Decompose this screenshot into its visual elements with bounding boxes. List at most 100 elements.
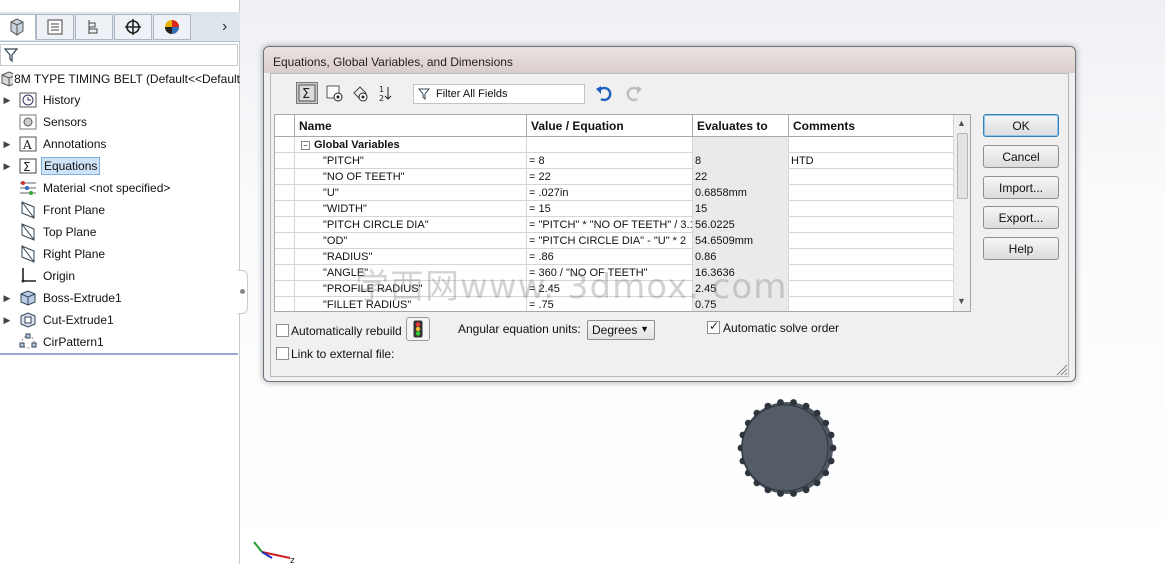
- cell-comment[interactable]: [789, 217, 954, 233]
- table-row[interactable]: "U" = .027in 0.6858mm: [275, 185, 954, 201]
- gear-tooth: [790, 490, 797, 497]
- tree-item-sensors[interactable]: Sensors: [0, 112, 240, 132]
- scroll-thumb[interactable]: [957, 133, 968, 199]
- cell-name[interactable]: "PITCH CIRCLE DIA": [295, 217, 527, 233]
- origin-icon: [18, 267, 38, 285]
- table-row[interactable]: "PITCH CIRCLE DIA" = "PITCH" * "NO OF TEE…: [275, 217, 954, 233]
- cell-name[interactable]: "WIDTH": [295, 201, 527, 217]
- cell-comment[interactable]: [789, 201, 954, 217]
- cell-value[interactable]: = .027in: [527, 185, 693, 201]
- chevron-right-icon[interactable]: ›: [222, 18, 227, 36]
- cell-value[interactable]: = 15: [527, 201, 693, 217]
- tree-item-material-not-specified[interactable]: Material <not specified>: [0, 178, 240, 198]
- global-variables-section-row[interactable]: − Global Variables: [275, 137, 954, 153]
- scroll-up-icon[interactable]: ▲: [957, 118, 966, 128]
- tree-item-origin[interactable]: Origin: [0, 266, 240, 286]
- import-button[interactable]: Import...: [983, 176, 1059, 199]
- row-selector[interactable]: [275, 233, 295, 249]
- cell-comment[interactable]: HTD: [789, 153, 954, 169]
- row-selector[interactable]: [275, 281, 295, 297]
- ok-button[interactable]: OK: [983, 114, 1059, 137]
- expand-arrow-icon[interactable]: ▶: [0, 139, 14, 150]
- cell-comment[interactable]: [789, 297, 954, 311]
- row-selector[interactable]: [275, 185, 295, 201]
- expand-arrow-icon[interactable]: ▶: [0, 315, 14, 326]
- row-selector[interactable]: [275, 265, 295, 281]
- table-row[interactable]: "PITCH" = 8 8 HTD: [275, 153, 954, 169]
- link-external-file-checkbox[interactable]: [276, 347, 289, 360]
- row-selector[interactable]: [275, 297, 295, 311]
- row-selector[interactable]: [275, 217, 295, 233]
- undo-button[interactable]: [594, 82, 616, 104]
- tab-configuration-manager[interactable]: [75, 14, 113, 40]
- cell-comment[interactable]: [789, 233, 954, 249]
- panel-collapse-grip[interactable]: [238, 270, 248, 314]
- angular-units-select[interactable]: Degrees ▼: [587, 320, 655, 340]
- cell-name[interactable]: "PITCH": [295, 153, 527, 169]
- table-row[interactable]: "WIDTH" = 15 15: [275, 201, 954, 217]
- table-row[interactable]: "OD" = "PITCH CIRCLE DIA" - "U" * 2 54.650…: [275, 233, 954, 249]
- table-row[interactable]: "NO OF TEETH" = 22 22: [275, 169, 954, 185]
- tab-display-manager[interactable]: [153, 14, 191, 40]
- tree-item-annotations[interactable]: ▶ A Annotations: [0, 134, 240, 154]
- tree-root-part[interactable]: 8M TYPE TIMING BELT (Default<<Default: [0, 70, 240, 88]
- sketch-equation-view-button[interactable]: [323, 82, 345, 104]
- tree-item-cirpattern1[interactable]: CirPattern1: [0, 332, 240, 352]
- tree-filter-field[interactable]: [0, 44, 238, 66]
- cancel-button[interactable]: Cancel: [983, 145, 1059, 168]
- empty-cell: [789, 137, 954, 153]
- column-header-name[interactable]: Name: [295, 115, 527, 137]
- dialog-title-bar[interactable]: Equations, Global Variables, and Dimensi…: [264, 47, 1075, 73]
- cell-name[interactable]: "OD": [295, 233, 527, 249]
- row-selector[interactable]: [275, 169, 295, 185]
- help-button[interactable]: Help: [983, 237, 1059, 260]
- tree-item-boss-extrude1[interactable]: ▶ Boss-Extrude1: [0, 288, 240, 308]
- tree-item-right-plane[interactable]: Right Plane: [0, 244, 240, 264]
- tree-item-label: Front Plane: [43, 203, 106, 217]
- expand-arrow-icon[interactable]: ▶: [0, 161, 14, 172]
- tab-property-manager[interactable]: [36, 14, 74, 40]
- cell-comment[interactable]: [789, 281, 954, 297]
- row-selector[interactable]: [275, 249, 295, 265]
- redo-button[interactable]: [622, 82, 644, 104]
- row-selector[interactable]: [275, 201, 295, 217]
- filter-all-fields-input[interactable]: Filter All Fields: [413, 84, 585, 104]
- cell-comment[interactable]: [789, 265, 954, 281]
- auto-rebuild-checkbox[interactable]: [276, 324, 289, 337]
- scroll-down-icon[interactable]: ▼: [957, 296, 966, 306]
- dimension-view-button[interactable]: [349, 82, 371, 104]
- chevron-down-icon: ▼: [640, 324, 649, 334]
- grid-scrollbar[interactable]: ▲ ▼: [953, 115, 970, 311]
- tree-item-history[interactable]: ▶ History: [0, 90, 240, 110]
- tab-feature-manager[interactable]: [0, 14, 36, 40]
- timing-pulley-model[interactable]: [737, 396, 843, 500]
- tree-item-cut-extrude1[interactable]: ▶ Cut-Extrude1: [0, 310, 240, 330]
- cell-value[interactable]: = "PITCH" * "NO OF TEETH" / 3.14: [527, 217, 693, 233]
- cell-value[interactable]: = "PITCH CIRCLE DIA" - "U" * 2: [527, 233, 693, 249]
- ordered-view-button[interactable]: 12: [376, 82, 398, 104]
- cell-name[interactable]: "NO OF TEETH": [295, 169, 527, 185]
- cell-name[interactable]: "U": [295, 185, 527, 201]
- tab-dimxpert-manager[interactable]: [114, 14, 152, 40]
- export-button[interactable]: Export...: [983, 206, 1059, 229]
- tree-item-front-plane[interactable]: Front Plane: [0, 200, 240, 220]
- rebuild-traffic-light-button[interactable]: [406, 317, 430, 341]
- column-header-comments[interactable]: Comments: [789, 115, 954, 137]
- tree-item-equations[interactable]: ▶ Σ Equations: [0, 156, 240, 176]
- expand-arrow-icon[interactable]: ▶: [0, 293, 14, 304]
- tree-item-top-plane[interactable]: Top Plane: [0, 222, 240, 242]
- collapse-minus-icon[interactable]: −: [301, 141, 310, 150]
- auto-solve-order-checkbox[interactable]: [707, 319, 720, 334]
- cell-value[interactable]: = 22: [527, 169, 693, 185]
- resize-grip-icon[interactable]: [1052, 360, 1068, 376]
- cell-comment[interactable]: [789, 169, 954, 185]
- rollback-bar[interactable]: [0, 353, 238, 355]
- equation-view-button[interactable]: Σ: [296, 82, 318, 104]
- column-header-value[interactable]: Value / Equation: [527, 115, 693, 137]
- cell-comment[interactable]: [789, 249, 954, 265]
- column-header-evaluates[interactable]: Evaluates to: [693, 115, 789, 137]
- cell-value[interactable]: = 8: [527, 153, 693, 169]
- row-selector[interactable]: [275, 153, 295, 169]
- expand-arrow-icon[interactable]: ▶: [0, 95, 14, 106]
- cell-comment[interactable]: [789, 185, 954, 201]
